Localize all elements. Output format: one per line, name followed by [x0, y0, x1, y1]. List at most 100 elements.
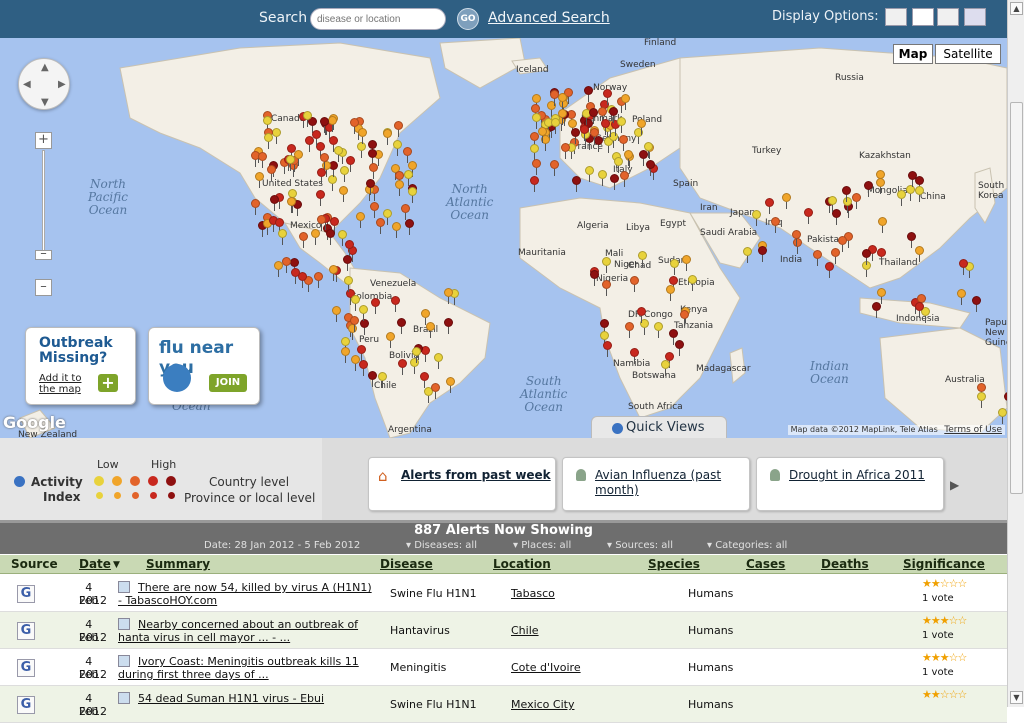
outbreak-pin[interactable]	[325, 229, 335, 246]
outbreak-pin[interactable]	[681, 254, 691, 271]
outbreak-pin[interactable]	[271, 127, 281, 144]
outbreak-pin[interactable]	[674, 339, 684, 356]
pan-down-icon[interactable]: ▼	[41, 97, 49, 108]
col-cases[interactable]: Cases	[746, 557, 785, 571]
outbreak-pin[interactable]	[315, 189, 325, 206]
table-row[interactable]: G 4 Feb 2012 Ivory Coast: Meningitis outbre…	[0, 649, 1007, 686]
outbreak-pin[interactable]	[368, 148, 378, 165]
add-to-map-link[interactable]: Add it to the map	[39, 373, 91, 395]
sort-desc-icon[interactable]: ▼	[113, 560, 120, 570]
outbreak-pin[interactable]	[897, 189, 907, 206]
outbreak-pin[interactable]	[917, 293, 927, 310]
outbreak-pin[interactable]	[287, 196, 297, 213]
col-source[interactable]: Source	[11, 557, 58, 571]
pan-up-icon[interactable]: ▲	[41, 62, 49, 73]
split-view-icon[interactable]	[937, 8, 959, 26]
terms-link[interactable]: Terms of Use	[944, 425, 1002, 435]
list-view-icon[interactable]	[912, 8, 934, 26]
outbreak-pin[interactable]	[629, 275, 639, 292]
outbreak-pin[interactable]	[877, 247, 887, 264]
advanced-search-link[interactable]: Advanced Search	[488, 10, 610, 26]
col-location[interactable]: Location	[493, 557, 551, 571]
outbreak-pin[interactable]	[645, 159, 655, 176]
google-source-icon[interactable]: G	[17, 659, 35, 677]
outbreak-pin[interactable]	[588, 107, 598, 124]
outbreak-pin[interactable]	[876, 177, 886, 194]
outbreak-pin[interactable]	[629, 347, 639, 364]
outbreak-pin[interactable]	[550, 159, 560, 176]
outbreak-pin[interactable]	[977, 391, 987, 408]
pan-control[interactable]: ▲ ▼ ◀ ▶	[18, 58, 70, 110]
outbreak-pin[interactable]	[599, 330, 609, 347]
col-date[interactable]: Date	[79, 557, 111, 571]
outbreak-pin[interactable]	[668, 328, 678, 345]
outbreak-pin[interactable]	[338, 186, 348, 203]
zoom-slider[interactable]	[42, 150, 45, 260]
outbreak-pin[interactable]	[958, 258, 968, 275]
outbreak-pin[interactable]	[377, 372, 387, 389]
col-deaths[interactable]: Deaths	[821, 557, 869, 571]
outbreak-pin[interactable]	[837, 235, 847, 252]
significance-stars[interactable]: ★★☆☆☆	[922, 688, 967, 701]
outbreak-pin[interactable]	[532, 93, 542, 110]
pan-left-icon[interactable]: ◀	[23, 79, 31, 90]
row-summary-link[interactable]: There are now 54, killed by virus A (H1N…	[118, 581, 372, 607]
sources-filter[interactable]: ▾ Sources: all	[607, 540, 673, 551]
next-arrow-icon[interactable]: ▶	[950, 478, 959, 492]
row-location-link[interactable]: Chile	[511, 624, 539, 637]
quick-views-tab[interactable]: Quick Views	[591, 416, 727, 438]
outbreak-pin[interactable]	[358, 360, 368, 377]
outbreak-pin[interactable]	[403, 169, 413, 186]
outbreak-pin[interactable]	[347, 324, 357, 341]
outbreak-pin[interactable]	[827, 195, 837, 212]
outbreak-pin[interactable]	[367, 140, 377, 156]
outbreak-pin[interactable]	[342, 254, 352, 271]
outbreak-pin[interactable]	[397, 358, 407, 375]
scroll-up-icon[interactable]: ▲	[1010, 2, 1023, 15]
row-summary-link[interactable]: Ivory Coast: Meningitis outbreak kills 1…	[118, 655, 372, 681]
outbreak-pin[interactable]	[824, 262, 834, 279]
outbreak-pin[interactable]	[420, 371, 430, 388]
google-source-icon[interactable]: G	[17, 585, 35, 603]
map-type-map-button[interactable]: Map	[893, 44, 933, 64]
categories-filter[interactable]: ▾ Categories: all	[707, 540, 787, 551]
outbreak-pin[interactable]	[558, 92, 567, 109]
row-summary-link[interactable]: 54 dead Suman H1N1 virus - Ebui	[118, 692, 372, 705]
outbreak-pin[interactable]	[653, 321, 663, 338]
google-source-icon[interactable]: G	[17, 622, 35, 640]
places-filter[interactable]: ▾ Places: all	[513, 540, 571, 551]
outbreak-pin[interactable]	[620, 94, 630, 110]
outbreak-pin[interactable]	[391, 295, 401, 312]
outbreak-pin[interactable]	[580, 124, 590, 141]
page-scrollbar[interactable]: ▲ ▼	[1007, 0, 1024, 707]
outbreak-pin[interactable]	[757, 245, 767, 262]
go-button[interactable]: GO	[457, 8, 479, 30]
map-type-satellite-button[interactable]: Satellite	[935, 44, 1001, 64]
outbreak-pin[interactable]	[402, 146, 412, 163]
outbreak-pin[interactable]	[557, 109, 567, 126]
quick-view-card[interactable]: ⌂ Alerts from past week	[368, 457, 556, 511]
outbreak-pin[interactable]	[355, 212, 365, 229]
outbreak-pin[interactable]	[328, 135, 338, 152]
quick-view-label[interactable]: Alerts from past week	[401, 468, 551, 483]
outbreak-pin[interactable]	[368, 162, 378, 179]
outbreak-pin[interactable]	[614, 156, 624, 173]
outbreak-pin[interactable]	[623, 150, 633, 167]
outbreak-pin[interactable]	[281, 257, 291, 274]
scroll-thumb[interactable]	[1010, 102, 1023, 494]
outbreak-pin[interactable]	[425, 322, 435, 339]
outbreak-pin[interactable]	[538, 126, 548, 143]
outbreak-pin[interactable]	[638, 150, 648, 167]
outbreak-pin[interactable]	[589, 127, 599, 144]
outbreak-pin[interactable]	[669, 259, 679, 276]
outbreak-pin[interactable]	[290, 257, 300, 274]
outbreak-pin[interactable]	[842, 197, 852, 214]
outbreak-pin[interactable]	[771, 216, 780, 233]
quick-view-label[interactable]: Drought in Africa 2011	[789, 468, 925, 483]
outbreak-pin[interactable]	[599, 319, 609, 336]
outbreak-pin[interactable]	[357, 344, 367, 361]
outbreak-pin[interactable]	[263, 133, 273, 150]
outbreak-pin[interactable]	[862, 248, 872, 265]
outbreak-pin[interactable]	[328, 115, 338, 132]
zoom-in-button[interactable]: +	[35, 132, 52, 149]
